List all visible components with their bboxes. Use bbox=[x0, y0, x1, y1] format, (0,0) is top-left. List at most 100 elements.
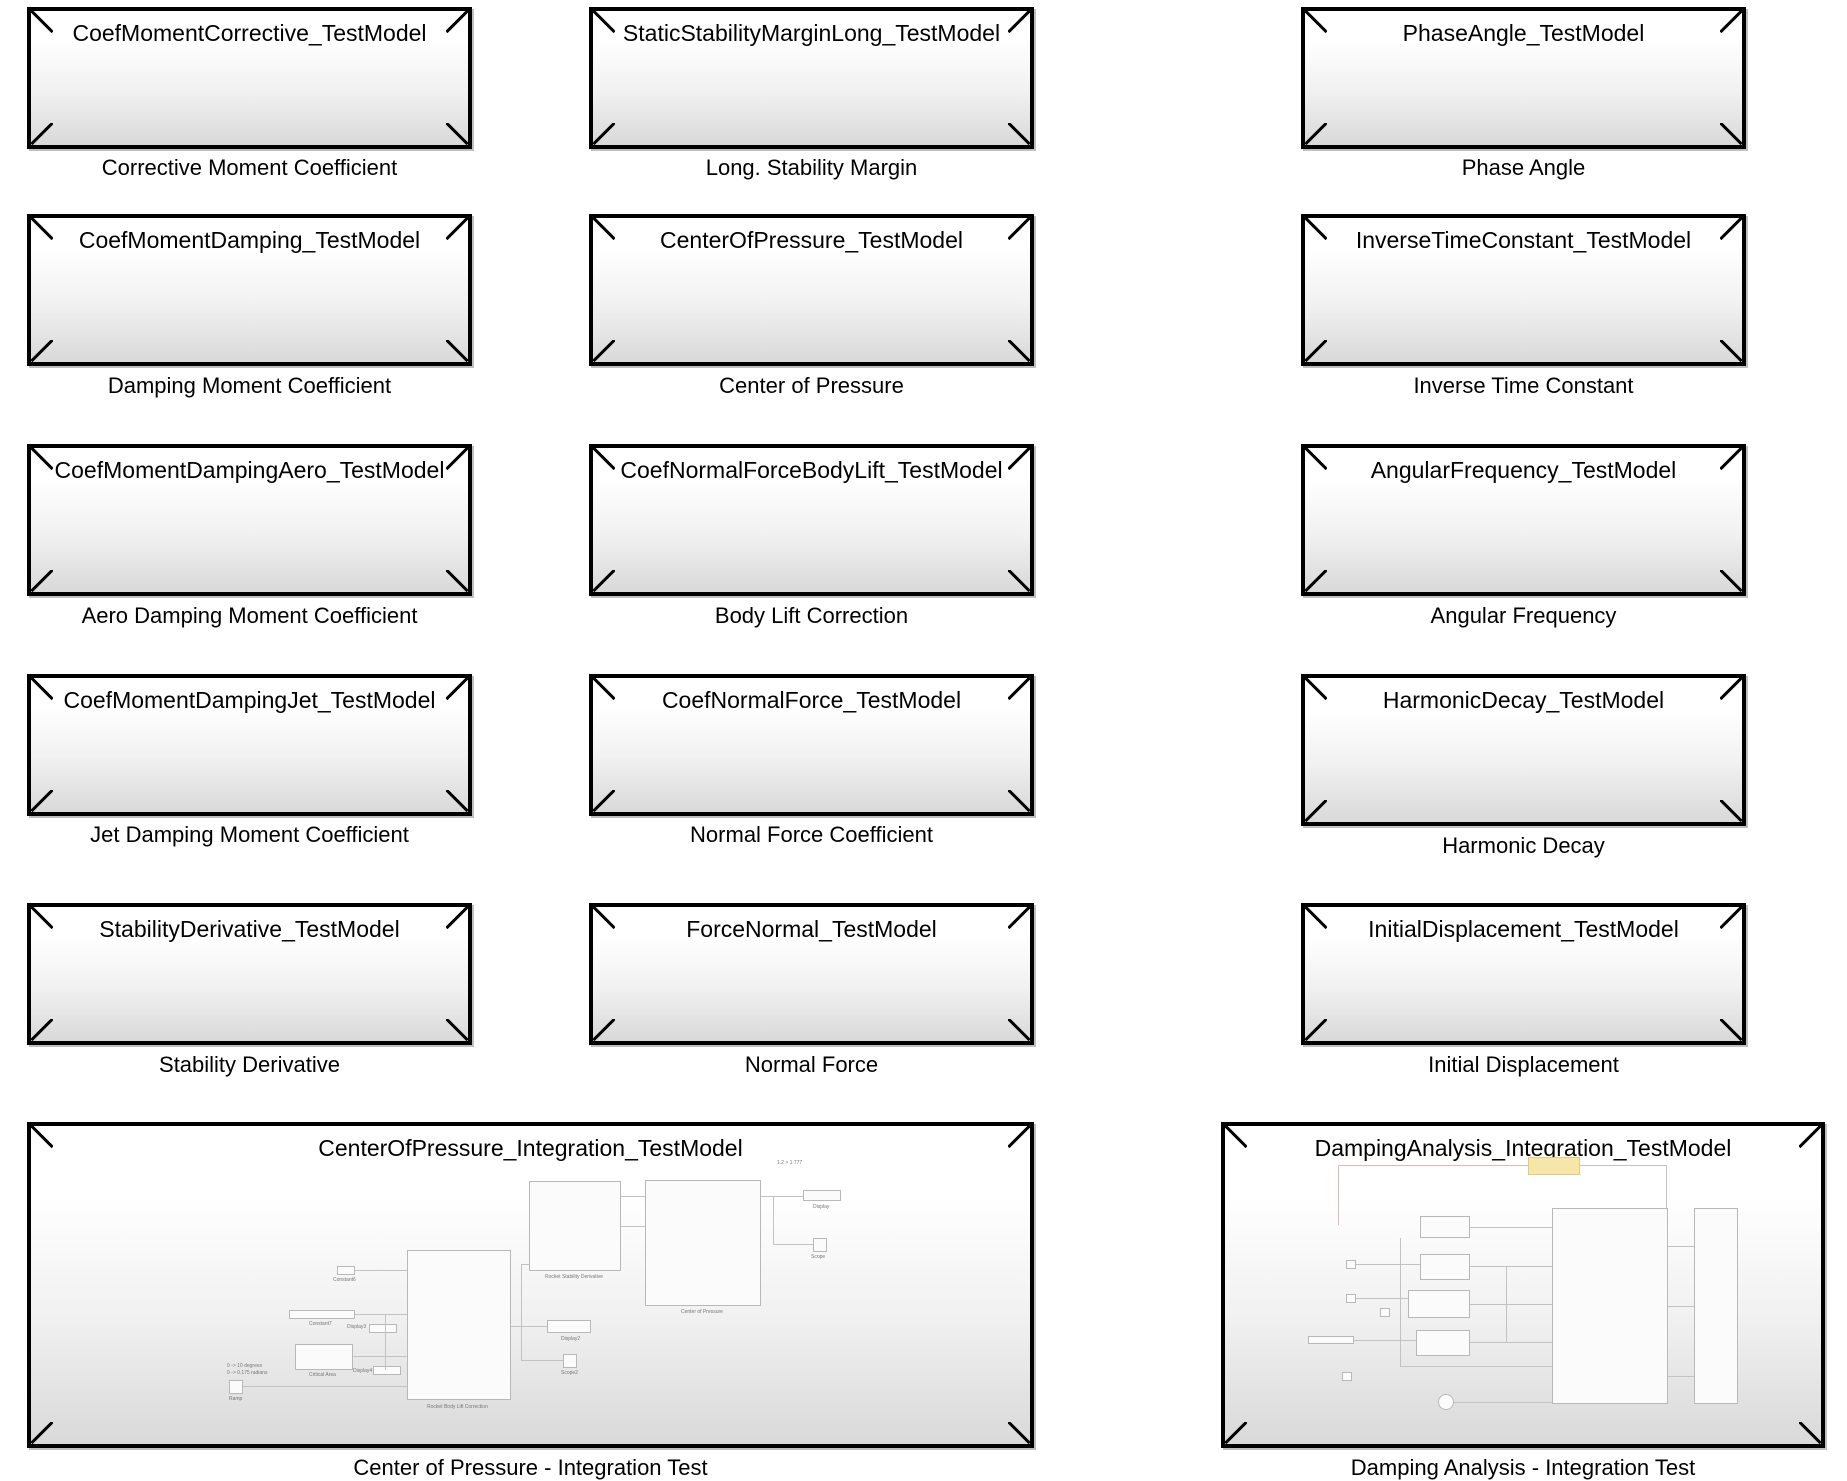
block-title: InitialDisplacement_TestModel bbox=[1368, 916, 1679, 942]
thumb-block bbox=[529, 1181, 621, 1271]
thumb-label: Scope bbox=[811, 1254, 826, 1260]
thumb-wire bbox=[1470, 1304, 1552, 1305]
model-thumbnail bbox=[1225, 1126, 1821, 1444]
thumb-block bbox=[229, 1380, 243, 1394]
thumb-wire bbox=[1506, 1266, 1507, 1342]
block-title: StabilityDerivative_TestModel bbox=[99, 916, 400, 942]
block-title: CoefMomentDampingAero_TestModel bbox=[54, 457, 445, 483]
block-title: CoefNormalForce_TestModel bbox=[661, 687, 962, 713]
thumb-block bbox=[1346, 1294, 1356, 1303]
thumb-wire bbox=[521, 1360, 563, 1361]
block-caption: Damping Analysis - Integration Test bbox=[1350, 1455, 1696, 1480]
thumb-block bbox=[337, 1266, 355, 1275]
thumb-label: Display bbox=[813, 1204, 830, 1210]
block-damping-analysis-integration[interactable]: DampingAnalysis_Integration_TestModel bbox=[1221, 1122, 1825, 1448]
thumb-label: Scope2 bbox=[561, 1370, 578, 1376]
thumb-block bbox=[803, 1190, 841, 1201]
thumb-note: 1.2 > 1.777 bbox=[777, 1160, 803, 1166]
thumb-note: 0 -> 0.175 radians bbox=[227, 1370, 268, 1376]
block-caption: Inverse Time Constant bbox=[1413, 373, 1634, 398]
block-caption: Initial Displacement bbox=[1428, 1052, 1619, 1077]
thumb-wire bbox=[1470, 1227, 1552, 1228]
thumb-wire bbox=[511, 1326, 547, 1327]
thumb-wire bbox=[761, 1196, 803, 1197]
thumb-wire bbox=[355, 1270, 407, 1271]
block-force-normal[interactable]: ForceNormal_TestModel bbox=[589, 903, 1034, 1045]
thumb-block bbox=[813, 1238, 827, 1252]
block-static-stability-margin-long[interactable]: StaticStabilityMarginLong_TestModel bbox=[589, 7, 1034, 149]
thumb-wire bbox=[773, 1196, 774, 1244]
thumb-block bbox=[645, 1180, 761, 1306]
thumb-wire bbox=[1470, 1266, 1552, 1267]
block-coef-normal-force[interactable]: CoefNormalForce_TestModel bbox=[589, 674, 1034, 816]
block-caption: Jet Damping Moment Coefficient bbox=[90, 822, 409, 847]
thumb-wire bbox=[1338, 1165, 1339, 1225]
thumb-wire bbox=[1354, 1340, 1416, 1341]
block-coef-moment-damping-jet[interactable]: CoefMomentDampingJet_TestModel bbox=[27, 674, 472, 816]
block-harmonic-decay[interactable]: HarmonicDecay_TestModel bbox=[1301, 674, 1746, 826]
thumb-label: Critical Area bbox=[309, 1372, 336, 1378]
block-center-of-pressure[interactable]: CenterOfPressure_TestModel bbox=[589, 214, 1034, 366]
block-title: CoefMomentDamping_TestModel bbox=[78, 227, 421, 253]
block-caption: Angular Frequency bbox=[1430, 603, 1617, 628]
thumb-note: 0 -> 10 degrees bbox=[227, 1363, 263, 1369]
block-title: PhaseAngle_TestModel bbox=[1402, 20, 1645, 46]
thumb-block bbox=[1408, 1290, 1470, 1318]
thumb-highlight bbox=[1528, 1157, 1580, 1175]
block-caption: Aero Damping Moment Coefficient bbox=[81, 603, 418, 628]
block-stability-derivative[interactable]: StabilityDerivative_TestModel bbox=[27, 903, 472, 1045]
thumb-label: Display4 bbox=[353, 1368, 373, 1374]
thumb-wire bbox=[1356, 1264, 1420, 1265]
block-caption: Corrective Moment Coefficient bbox=[101, 155, 398, 180]
thumb-label: Constant7 bbox=[309, 1321, 332, 1327]
thumb-wire bbox=[385, 1314, 386, 1370]
thumb-wire bbox=[773, 1244, 813, 1245]
thumb-wire bbox=[1668, 1376, 1694, 1377]
block-phase-angle[interactable]: PhaseAngle_TestModel bbox=[1301, 7, 1746, 149]
block-center-of-pressure-integration[interactable]: CenterOfPressure_Integration_TestModel 1… bbox=[27, 1122, 1034, 1448]
thumb-block bbox=[1694, 1208, 1738, 1404]
block-title: InverseTimeConstant_TestModel bbox=[1355, 227, 1692, 253]
block-coef-normal-force-body-lift[interactable]: CoefNormalForceBodyLift_TestModel bbox=[589, 444, 1034, 596]
model-thumbnail: 1.2 > 1.777 Rocket Stability Derivative … bbox=[31, 1126, 1030, 1444]
block-caption: Long. Stability Margin bbox=[705, 155, 918, 180]
thumb-wire bbox=[1338, 1165, 1528, 1166]
thumb-block bbox=[1342, 1372, 1352, 1381]
thumb-block bbox=[369, 1324, 397, 1333]
block-coef-moment-damping-aero[interactable]: CoefMomentDampingAero_TestModel bbox=[27, 444, 472, 596]
block-caption: Normal Force bbox=[744, 1052, 879, 1077]
thumb-label: Ramp bbox=[229, 1396, 243, 1402]
thumb-label: Display3 bbox=[347, 1324, 367, 1330]
thumb-label: Rocket Stability Derivative bbox=[545, 1274, 604, 1280]
thumb-wire bbox=[1400, 1366, 1552, 1367]
thumb-label: Display2 bbox=[561, 1336, 581, 1342]
thumb-wire bbox=[621, 1226, 645, 1227]
thumb-block bbox=[289, 1310, 355, 1319]
block-caption: Center of Pressure bbox=[719, 373, 904, 398]
block-title: CoefNormalForceBodyLift_TestModel bbox=[620, 457, 1003, 483]
thumb-block bbox=[407, 1250, 511, 1400]
thumb-wire bbox=[1454, 1402, 1552, 1403]
block-coef-moment-corrective[interactable]: CoefMomentCorrective_TestModel bbox=[27, 7, 472, 149]
thumb-block bbox=[295, 1344, 353, 1370]
thumb-block bbox=[1380, 1308, 1390, 1317]
thumb-wire bbox=[353, 1356, 407, 1357]
block-inverse-time-constant[interactable]: InverseTimeConstant_TestModel bbox=[1301, 214, 1746, 366]
block-angular-frequency[interactable]: AngularFrequency_TestModel bbox=[1301, 444, 1746, 596]
thumb-wire bbox=[243, 1386, 407, 1387]
block-coef-moment-damping[interactable]: CoefMomentDamping_TestModel bbox=[27, 214, 472, 366]
block-initial-displacement[interactable]: InitialDisplacement_TestModel bbox=[1301, 903, 1746, 1045]
thumb-wire bbox=[355, 1314, 407, 1315]
thumb-label: Rocket Body Lift Correction bbox=[427, 1404, 488, 1410]
block-title: CoefMomentCorrective_TestModel bbox=[72, 20, 427, 46]
thumb-block bbox=[373, 1366, 401, 1375]
thumb-wire bbox=[1580, 1165, 1666, 1166]
block-caption: Phase Angle bbox=[1461, 155, 1586, 180]
block-caption: Normal Force Coefficient bbox=[690, 822, 933, 847]
block-title: HarmonicDecay_TestModel bbox=[1382, 687, 1665, 713]
thumb-block bbox=[1346, 1260, 1356, 1269]
block-title: StaticStabilityMarginLong_TestModel bbox=[622, 20, 1001, 46]
thumb-block bbox=[563, 1354, 577, 1368]
thumb-block bbox=[547, 1320, 591, 1333]
thumb-block bbox=[1552, 1208, 1668, 1404]
